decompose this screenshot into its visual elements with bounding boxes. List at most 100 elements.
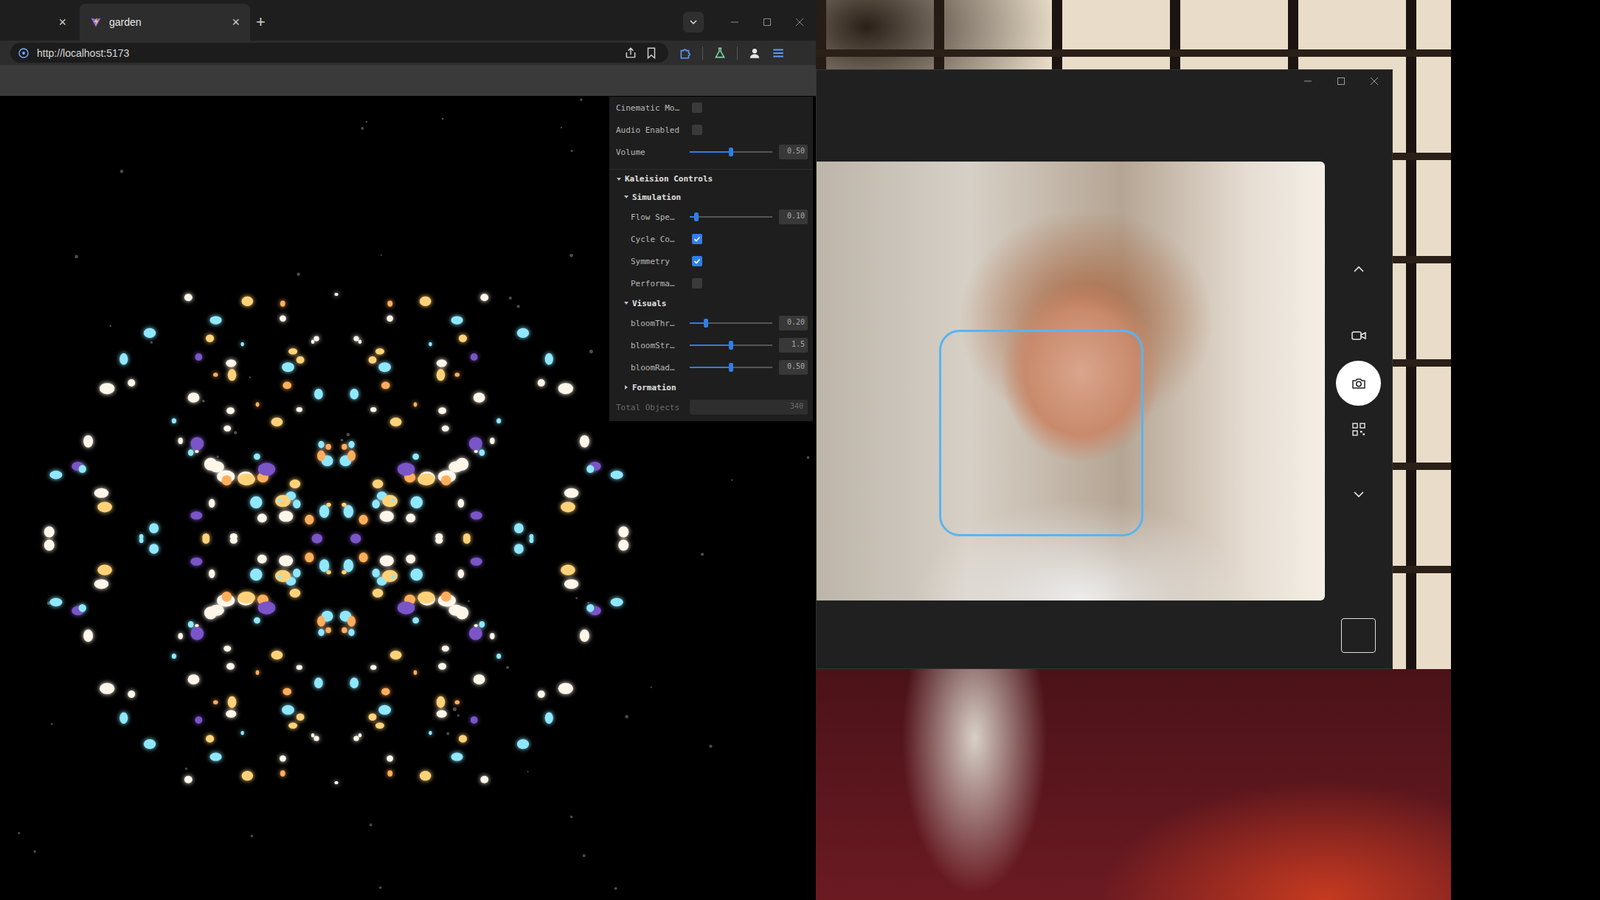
checkbox[interactable] (691, 102, 703, 113)
control-widget: 0.20 (689, 315, 808, 331)
star (379, 886, 382, 889)
particle (387, 770, 393, 777)
bookmark-icon[interactable] (644, 46, 658, 60)
new-tab-button[interactable]: + (250, 3, 273, 41)
tab-close-button[interactable]: × (231, 14, 240, 31)
number-field[interactable]: 0.20 (778, 315, 808, 331)
slider[interactable] (689, 316, 773, 330)
folder-header[interactable]: Formation (609, 378, 813, 397)
particle (348, 441, 355, 449)
particle (458, 334, 467, 342)
chevron-up-icon[interactable] (1349, 260, 1368, 279)
video-mode-button[interactable] (1345, 322, 1373, 349)
close-icon[interactable] (793, 16, 806, 29)
maximize-icon[interactable] (761, 16, 774, 29)
star (457, 714, 460, 717)
slider[interactable] (689, 210, 773, 224)
star (560, 126, 563, 129)
particle (469, 437, 483, 450)
slider-knob[interactable] (694, 212, 699, 222)
close-icon[interactable] (1368, 75, 1381, 88)
particle (149, 543, 159, 554)
slider[interactable] (689, 338, 773, 352)
particle (390, 650, 403, 660)
slider-knob[interactable] (703, 318, 709, 328)
particle (514, 543, 524, 554)
site-info-icon[interactable] (17, 47, 30, 60)
particle (419, 770, 432, 781)
control-row: Volume0.50 (609, 140, 813, 164)
number-field[interactable]: 0.50 (778, 144, 808, 160)
particle (195, 716, 203, 724)
control-row: Symmetry (609, 250, 813, 273)
particle (209, 752, 222, 761)
particle (473, 392, 486, 403)
particle (213, 372, 218, 377)
particle (44, 539, 55, 552)
particle (204, 458, 217, 471)
qr-code-icon[interactable] (1349, 420, 1368, 439)
number-field[interactable]: 1.5 (778, 337, 808, 353)
slider-knob[interactable] (728, 362, 734, 372)
particle (428, 342, 432, 347)
particle (455, 372, 460, 377)
browser-tab[interactable]: garden× (79, 3, 251, 41)
slider[interactable] (689, 145, 773, 159)
tab-list-button[interactable] (683, 11, 704, 33)
checkbox[interactable] (691, 255, 703, 267)
particle (255, 402, 260, 407)
star (233, 430, 238, 435)
chevron-down-icon[interactable] (1349, 485, 1368, 504)
share-icon[interactable] (624, 46, 638, 60)
folder-header[interactable]: Visuals (609, 294, 813, 313)
particle (435, 533, 443, 540)
maximize-icon[interactable] (1335, 75, 1347, 88)
checkbox[interactable] (691, 124, 703, 135)
folder-header[interactable]: Kaleision Controls (609, 168, 813, 189)
particle (450, 315, 463, 324)
particle (278, 555, 293, 567)
address-bar[interactable]: http://localhost:5173 (10, 42, 669, 63)
number-field[interactable]: 0.10 (778, 209, 808, 225)
extension-icon[interactable] (678, 46, 692, 60)
minimize-icon[interactable] (728, 16, 741, 29)
star (109, 325, 112, 328)
folder-header[interactable]: Simulation (609, 188, 813, 206)
slider-knob[interactable] (728, 147, 734, 157)
toolbar-separator (702, 46, 703, 60)
slider[interactable] (689, 360, 773, 374)
checkbox[interactable] (691, 233, 703, 245)
particle (240, 342, 244, 347)
slider-knob[interactable] (728, 340, 734, 350)
particle (372, 588, 384, 598)
particle (326, 570, 331, 575)
particle (353, 736, 359, 742)
control-widget (689, 124, 808, 135)
control-label: bloomStr… (630, 340, 690, 351)
checkbox[interactable] (691, 278, 703, 289)
particle (470, 511, 483, 520)
tab-close-button[interactable]: × (58, 14, 67, 31)
particle (221, 475, 232, 486)
profile-icon[interactable] (747, 46, 762, 60)
particle (405, 554, 416, 564)
toolbar-separator (736, 46, 738, 60)
particle (281, 705, 295, 715)
particle (223, 425, 231, 432)
number-field[interactable]: 0.50 (778, 359, 808, 375)
last-capture-thumbnail[interactable] (1341, 618, 1376, 653)
particle (317, 629, 324, 637)
particle (99, 683, 115, 695)
star (250, 834, 254, 838)
particle (441, 425, 450, 432)
flask-icon[interactable] (713, 46, 727, 60)
minimize-icon[interactable] (1301, 75, 1314, 88)
menu-icon[interactable] (771, 46, 785, 60)
browser-tab[interactable]: × (0, 3, 77, 41)
particle (253, 617, 261, 624)
title-bar (816, 70, 1392, 93)
particle (296, 665, 303, 670)
photo-mode-button[interactable] (1335, 360, 1381, 406)
camera-controls (1324, 161, 1392, 669)
control-row: Cinematic Mo… (609, 96, 813, 119)
